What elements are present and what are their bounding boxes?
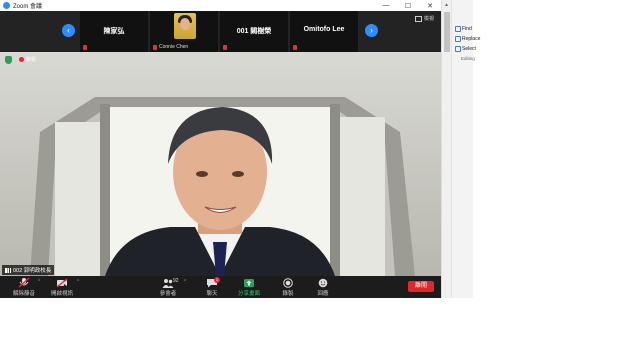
chat-label: 聊天 <box>206 291 218 297</box>
participant-tile[interactable]: Omitofo Lee <box>290 11 358 52</box>
recording-label: 錄製 <box>26 57 37 63</box>
scroll-thumb[interactable] <box>444 12 450 52</box>
window-title: Zoom 會議 <box>13 4 43 10</box>
scroll-up-icon[interactable]: ▲ <box>444 2 449 8</box>
speaker-video-frame <box>0 52 441 276</box>
speaker-name-label: 002 郭明政校長 <box>2 265 55 275</box>
leave-button[interactable]: 離開 <box>408 281 434 292</box>
unmute-label: 解除靜音 <box>12 291 35 297</box>
select-command[interactable]: Select <box>455 46 476 52</box>
chat-button[interactable]: 聊天 <box>192 276 232 298</box>
select-icon <box>455 46 461 52</box>
security-shield-icon[interactable] <box>5 56 12 64</box>
speaker-name: 002 郭明政校長 <box>13 268 52 274</box>
record-icon <box>283 278 293 288</box>
view-toggle[interactable]: 檢視 <box>414 15 434 22</box>
video-off-icon <box>56 278 68 288</box>
gallery-view-icon <box>414 15 422 22</box>
reactions-label: 回應 <box>317 291 329 297</box>
close-button[interactable]: ✕ <box>419 0 441 11</box>
zoom-window: Zoom 會議 — ☐ ✕ ‹ 陳家弘 Connie Chen 001 闕樹榮 … <box>0 0 441 298</box>
participant-tile[interactable]: 陳家弘 <box>80 11 148 52</box>
participant-name: 陳家弘 <box>103 28 125 35</box>
meeting-toolbar: 解除靜音 ⌃ 開啟視訊 ⌃ 參會者 92 ⌃ 聊天 1 分享畫面 錄製 回應 離… <box>0 276 441 298</box>
active-speaker-video: 錄製 002 郭明政校長 <box>0 52 441 276</box>
participants-label: 參會者 <box>159 291 177 297</box>
replace-icon <box>455 36 461 42</box>
record-label: 錄製 <box>282 291 294 297</box>
find-label: Find <box>462 26 472 32</box>
participants-caret-icon[interactable]: ⌃ <box>183 279 187 285</box>
editing-group-label: Editing <box>461 56 475 61</box>
share-screen-button[interactable]: 分享畫面 <box>229 276 269 298</box>
share-screen-label: 分享畫面 <box>237 291 260 297</box>
mic-muted-icon <box>153 45 157 50</box>
video-options-caret-icon[interactable]: ⌃ <box>76 279 80 285</box>
select-label: Select <box>462 46 476 52</box>
mic-muted-icon <box>293 45 297 50</box>
next-page-button[interactable]: › <box>365 24 378 37</box>
mic-muted-icon <box>223 45 227 50</box>
find-icon <box>455 26 461 32</box>
participant-name: Connie Chen <box>159 44 189 50</box>
find-command[interactable]: Find <box>455 26 472 32</box>
share-screen-icon <box>244 279 254 287</box>
signal-bars-icon <box>5 267 11 273</box>
view-label: 檢視 <box>423 16 434 22</box>
mic-muted-icon <box>83 45 87 50</box>
record-button[interactable]: 錄製 <box>268 276 308 298</box>
participants-button[interactable]: 參會者 <box>148 276 188 298</box>
title-bar: Zoom 會議 — ☐ ✕ <box>0 0 441 11</box>
participant-tile[interactable]: 001 闕樹榮 <box>220 11 288 52</box>
reactions-button[interactable]: 回應 <box>303 276 343 298</box>
replace-command[interactable]: Replace <box>455 36 480 42</box>
replace-label: Replace <box>462 36 481 42</box>
participant-tile[interactable]: Connie Chen <box>150 11 218 52</box>
prev-page-button[interactable]: ‹ <box>62 24 75 37</box>
audio-options-caret-icon[interactable]: ⌃ <box>37 279 41 285</box>
participant-photo <box>174 13 196 39</box>
maximize-button[interactable]: ☐ <box>397 0 419 11</box>
smiley-icon <box>318 278 328 288</box>
window-controls: — ☐ ✕ <box>375 0 441 11</box>
recording-indicator: 錄製 <box>19 56 36 63</box>
background-word-ribbon: Find Replace Select Editing <box>451 0 480 298</box>
start-video-label: 開啟視訊 <box>50 291 73 297</box>
minimize-button[interactable]: — <box>375 0 397 11</box>
participant-name: 001 闕樹榮 <box>236 28 272 35</box>
participant-name: Omitofo Lee <box>303 26 345 33</box>
chat-unread-badge: 1 <box>214 277 220 283</box>
participants-count: 92 <box>173 278 179 284</box>
recording-dot-icon <box>19 57 24 62</box>
zoom-app-icon <box>3 2 10 9</box>
gallery-strip: ‹ 陳家弘 Connie Chen 001 闕樹榮 Omitofo Lee › … <box>0 11 441 52</box>
mic-muted-icon <box>18 278 30 288</box>
